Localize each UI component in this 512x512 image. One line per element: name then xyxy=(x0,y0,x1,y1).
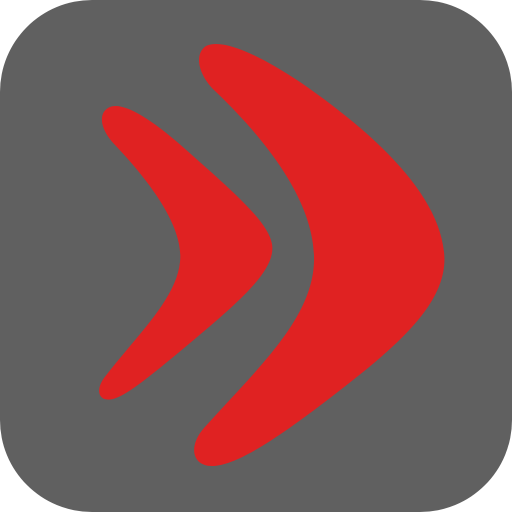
app-icon-graphic xyxy=(0,0,512,512)
app-icon[interactable] xyxy=(0,0,512,512)
